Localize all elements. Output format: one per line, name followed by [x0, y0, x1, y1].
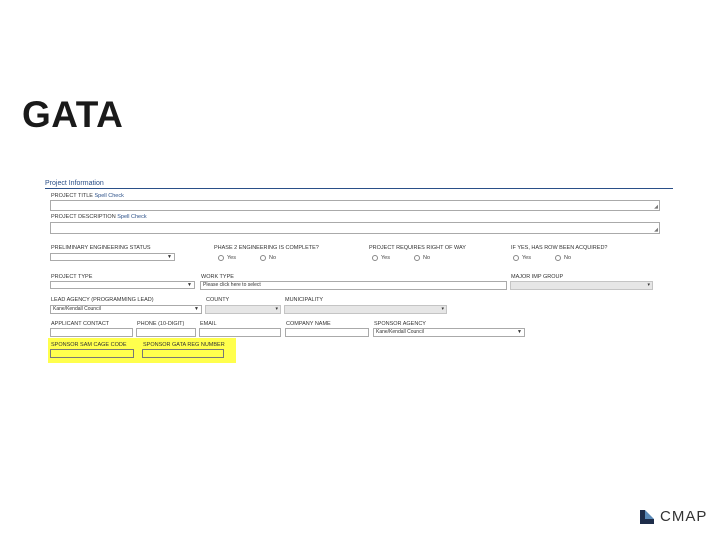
row-acquired-no-label: No	[563, 255, 572, 261]
project-title-label: PROJECT TITLE Spell Check	[51, 193, 124, 199]
work-type-value: Please click here to select	[203, 282, 261, 288]
phone-input[interactable]	[136, 328, 196, 337]
sponsor-gata-reg-number-input[interactable]	[142, 349, 224, 358]
row-acquired-label: IF YES, HAS ROW BEEN ACQUIRED?	[511, 245, 608, 251]
project-description-spell-check-link[interactable]: Spell Check	[117, 214, 146, 220]
project-type-select[interactable]: ▼	[50, 281, 195, 289]
phase2-yes-radio[interactable]: Yes	[218, 255, 236, 261]
slide-title: GATA	[22, 94, 124, 135]
sponsor-agency-select[interactable]: Kane/Kendall Council ▼	[373, 328, 525, 337]
preliminary-engineering-status-select[interactable]: ▼	[50, 253, 175, 261]
radio-circle-icon	[372, 255, 378, 261]
major-imp-group-select[interactable]: ▾	[510, 281, 653, 290]
sponsor-sam-cage-code-input[interactable]	[50, 349, 134, 358]
preliminary-engineering-status-label: PRELIMINARY ENGINEERING STATUS	[51, 245, 151, 251]
row-acquired-yes-label: Yes	[522, 255, 531, 261]
phase2-complete-label: PHASE 2 ENGINEERING IS COMPLETE?	[214, 245, 319, 251]
project-description-label-text: PROJECT DESCRIPTION	[51, 214, 116, 220]
phase2-no-label: No	[268, 255, 277, 261]
work-type-label: WORK TYPE	[201, 274, 234, 280]
row-acquired-no-radio[interactable]: No	[554, 255, 572, 261]
work-type-select[interactable]: Please click here to select	[200, 281, 507, 290]
project-type-label: PROJECT TYPE	[51, 274, 93, 280]
email-input[interactable]	[199, 328, 281, 337]
dropdown-arrow-icon: ▼	[167, 254, 172, 260]
radio-circle-icon	[413, 255, 420, 261]
cmap-logo-mark-icon	[640, 509, 654, 524]
requires-row-yes-label: Yes	[381, 255, 390, 261]
company-name-input[interactable]	[285, 328, 369, 337]
lead-agency-value: Kane/Kendall Council	[53, 306, 101, 312]
phase2-no-radio[interactable]: No	[259, 255, 277, 261]
section-title: Project Information	[45, 180, 104, 187]
requires-row-yes-radio[interactable]: Yes	[372, 255, 390, 261]
county-select[interactable]: ▾	[205, 305, 281, 314]
sponsor-gata-reg-number-label: SPONSOR GATA REG NUMBER	[143, 342, 225, 348]
applicant-contact-label: APPLICANT CONTACT	[51, 321, 110, 327]
radio-circle-icon	[513, 255, 519, 261]
project-description-input[interactable]: ◢	[50, 222, 660, 234]
dropdown-arrow-icon: ▼	[517, 329, 522, 335]
row-acquired-yes-radio[interactable]: Yes	[513, 255, 531, 261]
lead-agency-select[interactable]: Kane/Kendall Council ▼	[50, 305, 202, 314]
dropdown-arrow-icon: ▼	[194, 306, 199, 312]
requires-row-label: PROJECT REQUIRES RIGHT OF WAY	[369, 245, 466, 251]
sponsor-sam-cage-code-label: SPONSOR SAM CAGE CODE	[51, 342, 127, 348]
project-title-input[interactable]: ◢	[50, 200, 660, 211]
requires-row-no-label: No	[422, 255, 431, 261]
sponsor-agency-value: Kane/Kendall Council	[376, 329, 424, 335]
applicant-contact-input[interactable]	[50, 328, 133, 337]
project-description-label: PROJECT DESCRIPTION Spell Check	[51, 214, 147, 220]
phase2-yes-label: Yes	[227, 255, 236, 261]
dropdown-arrow-icon: ▼	[187, 282, 192, 288]
municipality-select[interactable]: ▾	[284, 305, 447, 314]
phone-label: PHONE (10-DIGIT)	[137, 321, 185, 327]
project-information-form: Project Information PROJECT TITLE Spell …	[40, 178, 676, 368]
major-imp-group-label: MAJOR IMP GROUP	[511, 274, 564, 280]
requires-row-radio-group: Yes No	[372, 255, 454, 261]
project-title-label-text: PROJECT TITLE	[51, 193, 93, 199]
dropdown-arrow-icon: ▾	[441, 306, 444, 312]
county-label: COUNTY	[206, 297, 230, 303]
resize-grip-icon[interactable]: ◢	[654, 227, 658, 233]
sponsor-agency-label: SPONSOR AGENCY	[374, 321, 426, 327]
email-label: EMAIL	[200, 321, 217, 327]
municipality-label: MUNICIPALITY	[285, 297, 324, 303]
dropdown-arrow-icon: ▾	[647, 282, 650, 288]
lead-agency-label: LEAD AGENCY (Programming Lead)	[51, 297, 154, 303]
radio-circle-icon	[554, 255, 561, 261]
company-name-label: COMPANY NAME	[286, 321, 331, 327]
dropdown-arrow-icon: ▾	[275, 306, 278, 312]
row-acquired-radio-group: Yes No	[513, 255, 595, 261]
section-divider	[45, 188, 673, 189]
requires-row-no-radio[interactable]: No	[413, 255, 431, 261]
cmap-logo: CMAP	[640, 508, 707, 525]
phase2-complete-radio-group: Yes No	[218, 255, 300, 261]
radio-circle-icon	[259, 255, 266, 261]
radio-circle-icon	[218, 255, 224, 261]
resize-grip-icon[interactable]: ◢	[654, 204, 658, 210]
cmap-logo-text: CMAP	[660, 508, 708, 525]
project-title-spell-check-link[interactable]: Spell Check	[95, 193, 124, 199]
